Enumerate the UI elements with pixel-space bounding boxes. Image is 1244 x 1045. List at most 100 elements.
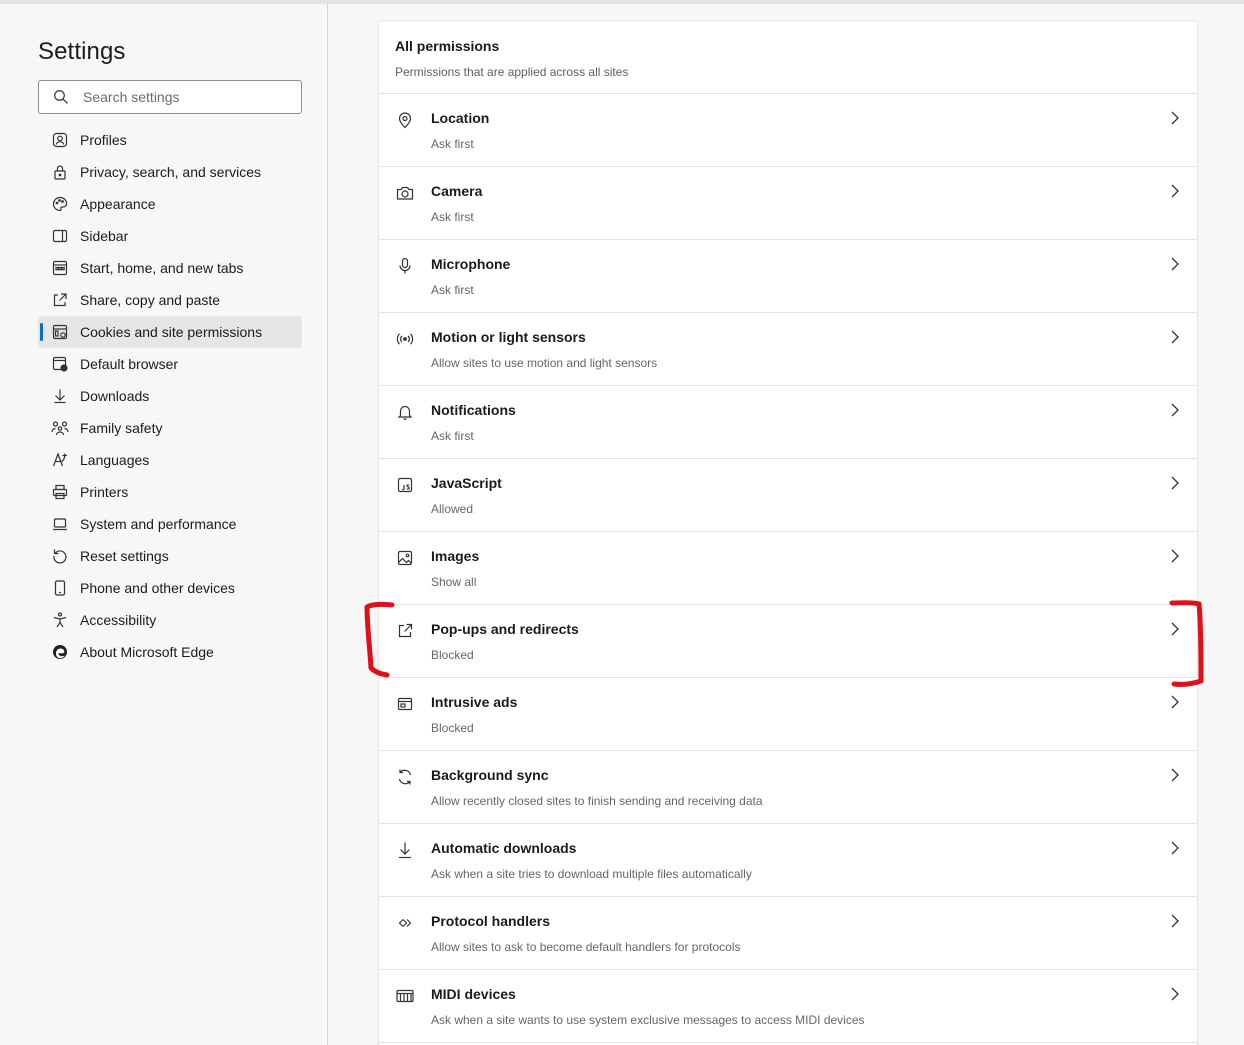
- permission-row-notifications[interactable]: Notifications Ask first: [379, 386, 1197, 459]
- permission-status: Allow sites to ask to become default han…: [431, 940, 741, 954]
- permission-row-midi-devices[interactable]: MIDI devices Ask when a site wants to us…: [379, 970, 1197, 1043]
- protocol-icon: [396, 914, 414, 932]
- permission-row-protocol-handlers[interactable]: Protocol handlers Allow sites to ask to …: [379, 897, 1197, 970]
- sidebar-item-label: System and performance: [80, 516, 237, 532]
- permission-title: Intrusive ads: [431, 694, 518, 710]
- permission-title: Notifications: [431, 402, 516, 418]
- permission-row-popups[interactable]: Pop-ups and redirects Blocked: [379, 605, 1197, 678]
- new-tab-icon: [51, 259, 69, 277]
- sidebar-item-start-home[interactable]: Start, home, and new tabs: [38, 252, 302, 284]
- permission-title: Background sync: [431, 767, 549, 783]
- permission-row-motion-sensors[interactable]: Motion or light sensors Allow sites to u…: [379, 313, 1197, 386]
- permission-status: Ask when a site tries to download multip…: [431, 867, 752, 881]
- chevron-right-icon: [1171, 549, 1179, 563]
- sidebar-item-label: Printers: [80, 484, 129, 500]
- chevron-right-icon: [1171, 476, 1179, 490]
- permission-status: Allow sites to use motion and light sens…: [431, 356, 658, 370]
- sensor-icon: [396, 330, 414, 348]
- chevron-right-icon: [1171, 841, 1179, 855]
- settings-nav: Profiles Privacy, search, and services A…: [38, 124, 302, 668]
- chevron-right-icon: [1171, 695, 1179, 709]
- search-input[interactable]: [83, 89, 273, 105]
- permission-status: Allow recently closed sites to finish se…: [431, 794, 763, 808]
- permission-row-images[interactable]: Images Show all: [379, 532, 1197, 605]
- printer-icon: [51, 483, 69, 501]
- sidebar-item-label: Cookies and site permissions: [80, 324, 263, 340]
- midi-icon: [396, 987, 414, 1005]
- permission-row-automatic-downloads[interactable]: Automatic downloads Ask when a site trie…: [379, 824, 1197, 897]
- popup-icon: [396, 622, 414, 640]
- sidebar-item-profiles[interactable]: Profiles: [38, 124, 302, 156]
- permission-row-intrusive-ads[interactable]: Intrusive ads Blocked: [379, 678, 1197, 751]
- cookies-permissions-icon: [51, 323, 69, 341]
- sidebar-item-label: Phone and other devices: [80, 580, 235, 596]
- permission-status: Ask when a site wants to use system excl…: [431, 1013, 865, 1027]
- permission-title: MIDI devices: [431, 986, 516, 1002]
- sidebar-item-about[interactable]: About Microsoft Edge: [38, 636, 302, 668]
- permission-row-background-sync[interactable]: Background sync Allow recently closed si…: [379, 751, 1197, 824]
- permission-row-camera[interactable]: Camera Ask first: [379, 167, 1197, 240]
- sidebar-item-share[interactable]: Share, copy and paste: [38, 284, 302, 316]
- permission-status: Blocked: [431, 648, 474, 662]
- sidebar-item-label: Languages: [80, 452, 150, 468]
- sidebar-item-printers[interactable]: Printers: [38, 476, 302, 508]
- settings-sidebar: Settings Profiles Privacy, search, and s…: [0, 4, 328, 1045]
- sidebar-item-cookies[interactable]: Cookies and site permissions: [38, 316, 302, 348]
- permission-title: Camera: [431, 183, 483, 199]
- chevron-right-icon: [1171, 403, 1179, 417]
- sidebar-panel-icon: [51, 227, 69, 245]
- sidebar-item-phone[interactable]: Phone and other devices: [38, 572, 302, 604]
- card-subtitle: Permissions that are applied across all …: [395, 65, 629, 79]
- permission-row-location[interactable]: Location Ask first: [379, 94, 1197, 167]
- permission-title: Location: [431, 110, 490, 126]
- permission-title: Images: [431, 548, 480, 564]
- languages-icon: [51, 451, 69, 469]
- sidebar-item-system[interactable]: System and performance: [38, 508, 302, 540]
- sidebar-item-label: Reset settings: [80, 548, 169, 564]
- permission-status: Allowed: [431, 502, 474, 516]
- laptop-icon: [51, 515, 69, 533]
- chevron-right-icon: [1171, 768, 1179, 782]
- sidebar-item-default-browser[interactable]: Default browser: [38, 348, 302, 380]
- permission-title: Microphone: [431, 256, 511, 272]
- sidebar-item-sidebar[interactable]: Sidebar: [38, 220, 302, 252]
- chevron-right-icon: [1171, 257, 1179, 271]
- default-browser-icon: [51, 355, 69, 373]
- chevron-right-icon: [1171, 184, 1179, 198]
- sidebar-item-label: Downloads: [80, 388, 150, 404]
- sidebar-item-appearance[interactable]: Appearance: [38, 188, 302, 220]
- permission-title: Motion or light sensors: [431, 329, 586, 345]
- sidebar-item-label: Share, copy and paste: [80, 292, 221, 308]
- sidebar-item-label: Start, home, and new tabs: [80, 260, 244, 276]
- family-icon: [51, 419, 69, 437]
- sidebar-item-label: Default browser: [80, 356, 179, 372]
- edge-logo-icon: [51, 643, 69, 661]
- page-title: Settings: [38, 38, 126, 65]
- sidebar-item-accessibility[interactable]: Accessibility: [38, 604, 302, 636]
- sidebar-item-family-safety[interactable]: Family safety: [38, 412, 302, 444]
- microphone-icon: [396, 257, 414, 275]
- sidebar-item-privacy[interactable]: Privacy, search, and services: [38, 156, 302, 188]
- permission-status: Ask first: [431, 429, 474, 443]
- permission-row-javascript[interactable]: JavaScript Allowed: [379, 459, 1197, 532]
- permission-status: Show all: [431, 575, 477, 589]
- sidebar-item-label: Accessibility: [80, 612, 157, 628]
- sidebar-item-downloads[interactable]: Downloads: [38, 380, 302, 412]
- lock-icon: [51, 163, 69, 181]
- card-header: All permissions Permissions that are app…: [379, 21, 1197, 94]
- javascript-icon: [396, 476, 414, 494]
- sidebar-item-label: Profiles: [80, 132, 127, 148]
- profile-icon: [51, 131, 69, 149]
- search-box[interactable]: [38, 80, 302, 114]
- permission-title: Automatic downloads: [431, 840, 577, 856]
- location-pin-icon: [396, 111, 414, 129]
- permission-title: JavaScript: [431, 475, 502, 491]
- permission-title: Protocol handlers: [431, 913, 551, 929]
- sidebar-item-languages[interactable]: Languages: [38, 444, 302, 476]
- permission-status: Ask first: [431, 283, 474, 297]
- sidebar-item-label: Privacy, search, and services: [80, 164, 262, 180]
- sidebar-item-reset[interactable]: Reset settings: [38, 540, 302, 572]
- phone-icon: [51, 579, 69, 597]
- permission-row-microphone[interactable]: Microphone Ask first: [379, 240, 1197, 313]
- all-permissions-card: All permissions Permissions that are app…: [378, 20, 1198, 1045]
